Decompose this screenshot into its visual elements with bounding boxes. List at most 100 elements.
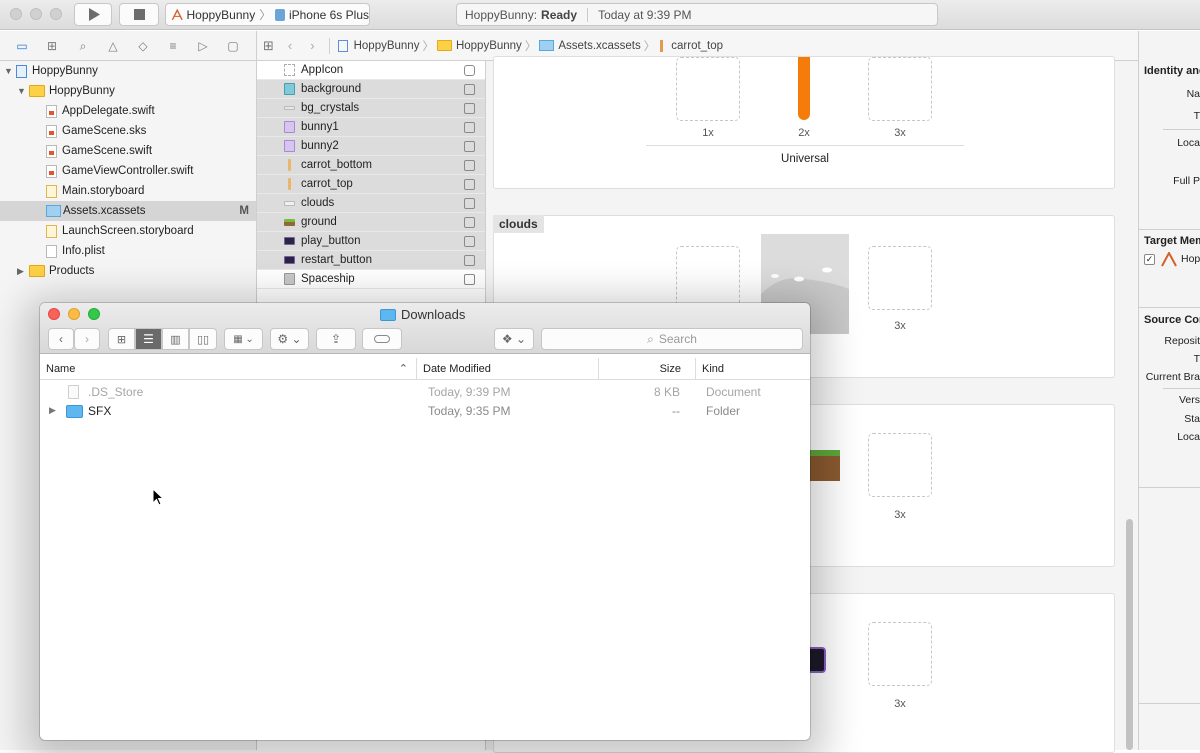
activity-viewer: HoppyBunny: Ready Today at 9:39 PM — [456, 3, 938, 26]
file-label: GameScene.swift — [62, 145, 153, 157]
breadcrumb-group[interactable]: HoppyBunny — [456, 40, 522, 52]
kind-column-header[interactable]: Kind — [695, 358, 810, 379]
close-window-button[interactable] — [10, 8, 22, 20]
forward-arrow-icon[interactable]: › — [310, 38, 314, 53]
asset-checkbox[interactable] — [464, 103, 475, 114]
vertical-scrollbar[interactable] — [1126, 519, 1133, 750]
dropbox-button[interactable]: ❖ ⌄ — [494, 328, 534, 350]
test-navigator-icon[interactable]: ◇ — [136, 39, 150, 53]
project-row[interactable]: ▼ HoppyBunny — [0, 61, 256, 81]
file-row[interactable]: GameScene.swift — [0, 141, 256, 161]
asset-checkbox[interactable] — [464, 122, 475, 133]
disclosure-down-icon[interactable]: ▼ — [17, 86, 29, 96]
date-column-header[interactable]: Date Modified — [416, 358, 598, 379]
debug-navigator-icon[interactable]: ≡ — [166, 39, 180, 53]
cover-flow-button[interactable]: ▯▯ — [189, 328, 217, 350]
column-label: Kind — [702, 362, 725, 375]
search-field[interactable]: ⌕ Search — [541, 328, 803, 350]
asset-checkbox[interactable] — [464, 236, 475, 247]
carrot-image[interactable] — [798, 57, 810, 120]
table-row[interactable]: .DS_Store Today, 9:39 PM 8 KB Document — [40, 383, 810, 402]
run-button[interactable] — [74, 3, 112, 26]
file-row[interactable]: GameViewController.swift — [0, 161, 256, 181]
scheme-selector[interactable]: HoppyBunny 〉 iPhone 6s Plus — [165, 3, 370, 26]
asset-checkbox[interactable] — [464, 84, 475, 95]
breakpoint-navigator-icon[interactable]: ▷ — [196, 39, 210, 53]
asset-row[interactable]: restart_button — [257, 251, 485, 270]
share-button[interactable]: ⇪ — [316, 328, 356, 350]
slot-3x[interactable] — [868, 246, 932, 310]
asset-row[interactable]: carrot_bottom — [257, 156, 485, 175]
asset-row[interactable]: ground — [257, 213, 485, 232]
disclosure-right-icon[interactable]: ▶ — [49, 405, 56, 416]
file-row[interactable]: AppDelegate.swift — [0, 101, 256, 121]
minimize-window-button[interactable] — [30, 8, 42, 20]
image-thumb-icon — [284, 140, 295, 152]
column-view-button[interactable]: ▥ — [162, 328, 189, 350]
asset-row[interactable]: AppIcon — [257, 61, 485, 80]
file-row-selected[interactable]: Assets.xcassets M — [0, 201, 256, 221]
asset-row[interactable]: background — [257, 80, 485, 99]
swift-file-icon — [46, 164, 57, 178]
target-checkbox[interactable]: ✓ — [1144, 254, 1155, 265]
minimize-window-button[interactable] — [68, 308, 80, 320]
asset-checkbox[interactable] — [464, 65, 475, 76]
file-row[interactable]: Main.storyboard — [0, 181, 256, 201]
swift-file-icon — [46, 104, 57, 118]
arrange-button[interactable]: ▦ ⌄ — [224, 328, 263, 350]
asset-row[interactable]: Spaceship — [257, 270, 485, 289]
slot-1x[interactable] — [676, 246, 740, 310]
symbol-navigator-icon[interactable]: ⊞ — [45, 39, 59, 53]
asset-checkbox[interactable] — [464, 217, 475, 228]
products-row[interactable]: ▶ Products — [0, 261, 256, 281]
zoom-window-button[interactable] — [50, 8, 62, 20]
asset-checkbox[interactable] — [464, 274, 475, 285]
asset-row[interactable]: play_button — [257, 232, 485, 251]
breadcrumb-catalog[interactable]: Assets.xcassets — [558, 40, 640, 52]
asset-row[interactable]: bg_crystals — [257, 99, 485, 118]
identity-section-header: Identity and — [1144, 65, 1200, 77]
back-button[interactable]: ‹ — [48, 328, 74, 350]
close-window-button[interactable] — [48, 308, 60, 320]
asset-checkbox[interactable] — [464, 198, 475, 209]
back-arrow-icon[interactable]: ‹ — [288, 38, 292, 53]
disclosure-down-icon[interactable]: ▼ — [4, 66, 16, 76]
slot-3x[interactable] — [868, 57, 932, 121]
table-row[interactable]: ▶ SFX Today, 9:35 PM -- Folder — [40, 402, 810, 421]
slot-3x[interactable] — [868, 622, 932, 686]
action-button[interactable]: ⚙ ⌄ — [270, 328, 309, 350]
breadcrumb-project[interactable]: HoppyBunny — [354, 40, 420, 52]
file-row[interactable]: GameScene.sks — [0, 121, 256, 141]
slot-1x[interactable] — [676, 57, 740, 121]
column-label: Size — [659, 362, 681, 375]
name-column-header[interactable]: Name ⌃ — [40, 358, 416, 379]
group-row[interactable]: ▼ HoppyBunny — [0, 81, 256, 101]
asset-row[interactable]: clouds — [257, 194, 485, 213]
file-row[interactable]: LaunchScreen.storyboard — [0, 221, 256, 241]
disclosure-right-icon[interactable]: ▶ — [17, 266, 29, 277]
asset-row[interactable]: bunny1 — [257, 118, 485, 137]
zoom-window-button[interactable] — [88, 308, 100, 320]
asset-checkbox[interactable] — [464, 179, 475, 190]
issue-navigator-icon[interactable]: △ — [106, 39, 120, 53]
file-label: Main.storyboard — [62, 185, 145, 197]
size-column-header[interactable]: Size — [598, 358, 695, 379]
slot-3x[interactable] — [868, 433, 932, 497]
asset-checkbox[interactable] — [464, 255, 475, 266]
grid-icon[interactable]: ⊞ — [263, 38, 274, 54]
search-navigator-icon[interactable]: ⌕ — [76, 39, 90, 53]
file-row[interactable]: Info.plist — [0, 241, 256, 261]
asset-label: bg_crystals — [301, 102, 360, 114]
asset-row[interactable]: bunny2 — [257, 137, 485, 156]
asset-checkbox[interactable] — [464, 141, 475, 152]
report-navigator-icon[interactable]: ▢ — [226, 39, 240, 53]
asset-checkbox[interactable] — [464, 160, 475, 171]
tags-button[interactable] — [362, 328, 402, 350]
list-view-button[interactable]: ☰ — [135, 328, 162, 350]
forward-button[interactable]: › — [74, 328, 100, 350]
asset-row-selected[interactable]: carrot_top — [257, 175, 485, 194]
breadcrumb-asset[interactable]: carrot_top — [671, 40, 723, 52]
icon-view-button[interactable]: ⊞ — [108, 328, 135, 350]
stop-button[interactable] — [119, 3, 159, 26]
folder-navigator-icon[interactable]: ▭ — [15, 39, 29, 53]
